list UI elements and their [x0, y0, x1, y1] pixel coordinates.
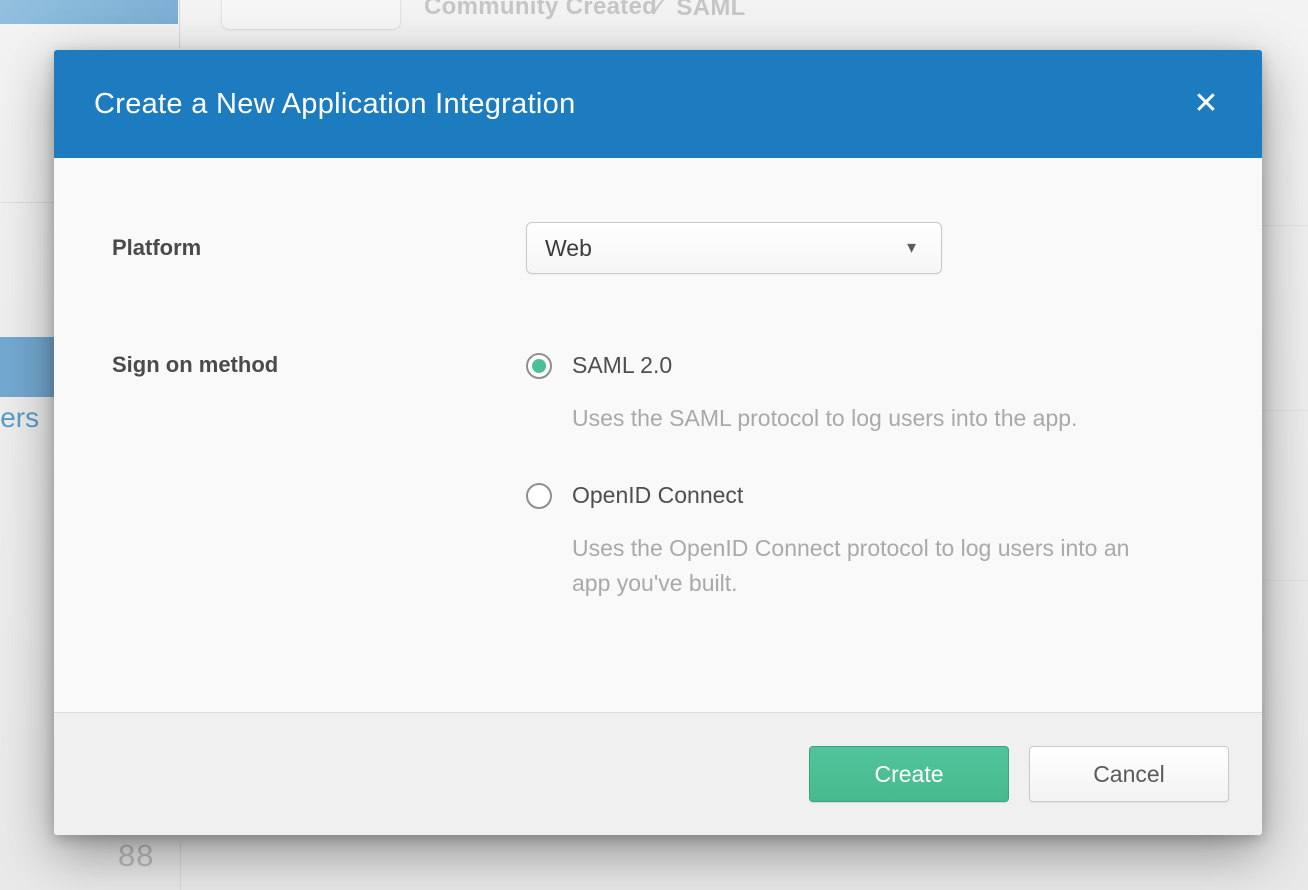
cancel-button[interactable]: Cancel: [1029, 746, 1229, 802]
checkmark-icon: ✓: [648, 0, 668, 21]
dialog-header: Create a New Application Integration ✕: [54, 50, 1262, 158]
saml-radio-label: SAML 2.0: [572, 352, 672, 379]
background-row-divider: [1262, 580, 1308, 581]
background-community-created-label: Community Created: [424, 0, 657, 21]
background-column-divider: [179, 0, 180, 48]
oidc-radio-label: OpenID Connect: [572, 482, 743, 509]
platform-row: Platform Web ▼: [112, 222, 1204, 274]
sign-on-method-label: Sign on method: [112, 352, 526, 378]
background-row-divider: [1262, 225, 1308, 226]
platform-select[interactable]: Web ▼: [526, 222, 942, 274]
sign-on-options: SAML 2.0 Uses the SAML protocol to log u…: [526, 352, 1172, 601]
saml-radio-row[interactable]: SAML 2.0: [526, 352, 1172, 379]
background-row-count: 88: [118, 838, 154, 874]
close-icon[interactable]: ✕: [1184, 82, 1228, 126]
background-saml-label: SAML: [676, 0, 745, 21]
background-selected-row-highlight: [0, 0, 178, 24]
platform-selected-value: Web: [545, 235, 592, 262]
background-button-outline: [221, 0, 401, 30]
dialog-title: Create a New Application Integration: [94, 88, 576, 121]
background-active-nav-highlight: [0, 337, 54, 397]
dialog-body: Platform Web ▼ Sign on method SAML 2.0 U…: [54, 158, 1262, 601]
saml-radio-button[interactable]: [526, 353, 552, 379]
radio-option-oidc: OpenID Connect Uses the OpenID Connect p…: [526, 482, 1172, 601]
saml-radio-description: Uses the SAML protocol to log users into…: [572, 401, 1172, 436]
create-button[interactable]: Create: [809, 746, 1009, 802]
create-app-integration-dialog: Create a New Application Integration ✕ P…: [54, 50, 1262, 835]
platform-label: Platform: [112, 222, 526, 274]
background-row-divider: [0, 202, 54, 203]
background-saml-badge: ✓ SAML: [648, 0, 746, 22]
background-partial-link: lers: [0, 402, 39, 434]
dialog-footer: Create Cancel: [54, 712, 1262, 835]
background-row-divider: [181, 866, 1308, 867]
chevron-down-icon: ▼: [904, 240, 919, 257]
oidc-radio-button[interactable]: [526, 483, 552, 509]
background-row-divider: [1262, 410, 1308, 411]
sign-on-method-row: Sign on method SAML 2.0 Uses the SAML pr…: [112, 352, 1204, 601]
radio-option-saml: SAML 2.0 Uses the SAML protocol to log u…: [526, 352, 1172, 436]
oidc-radio-row[interactable]: OpenID Connect: [526, 482, 1172, 509]
oidc-radio-description: Uses the OpenID Connect protocol to log …: [572, 531, 1172, 601]
